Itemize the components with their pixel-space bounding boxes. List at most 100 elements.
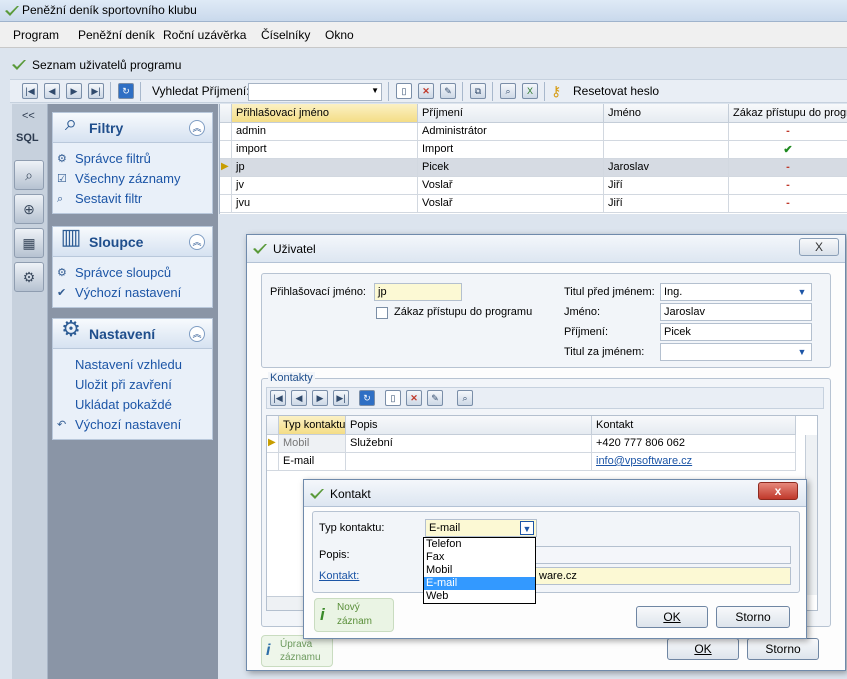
cell-contact-type[interactable]: Mobil	[279, 435, 346, 453]
zoom-filter-icon[interactable]: ⊕	[14, 194, 44, 224]
column-header-description[interactable]: Popis	[346, 416, 592, 435]
sidebar-item-build-filter[interactable]: ⌕ Sestavit filtr	[53, 189, 212, 209]
title-before-select[interactable]: Ing. ▼	[660, 283, 812, 301]
next-record-icon[interactable]: ▶	[312, 390, 328, 406]
first-record-icon[interactable]: |◀	[270, 390, 286, 406]
sidebar-item-default-columns[interactable]: ✔ Výchozí nastavení	[53, 283, 212, 303]
column-header-contact[interactable]: Kontakt	[592, 416, 796, 435]
column-header-access-ban[interactable]: Zákaz přístupu do progra	[729, 104, 847, 123]
chevron-down-icon[interactable]: ▼	[520, 521, 534, 535]
edit-record-icon[interactable]: ✎	[427, 390, 443, 406]
new-record-icon[interactable]: ▯	[396, 83, 412, 99]
column-header-name[interactable]: Jméno	[604, 104, 729, 123]
cell-access-ban[interactable]: -	[729, 195, 847, 213]
cell-surname[interactable]: Picek	[418, 159, 604, 177]
last-record-icon[interactable]: ▶|	[333, 390, 349, 406]
contact-type-select[interactable]: E-mail ▼	[425, 519, 537, 537]
refresh-icon[interactable]: ↻	[118, 83, 134, 99]
collapse-button[interactable]: <<	[22, 110, 35, 122]
ok-button[interactable]: OK	[667, 638, 739, 660]
next-record-icon[interactable]: ▶	[66, 83, 82, 99]
search-icon[interactable]: ⌕	[14, 160, 44, 190]
gear-icon[interactable]: ⚙	[14, 262, 44, 292]
access-ban-checkbox[interactable]	[376, 307, 388, 319]
refresh-icon[interactable]: ↻	[359, 390, 375, 406]
chevron-down-icon[interactable]: ▼	[795, 345, 809, 359]
columns-group-header[interactable]: ▥ Sloupce ︽	[53, 224, 212, 257]
export-excel-icon[interactable]: X	[522, 83, 538, 99]
print-preview-icon[interactable]: ⌕	[457, 390, 473, 406]
cell-name[interactable]: Jaroslav	[604, 159, 729, 177]
cancel-button[interactable]: Storno	[747, 638, 819, 660]
menu-catalogs[interactable]: Číselníky	[261, 28, 310, 42]
reset-password-button[interactable]: ⚷ Resetovat heslo	[551, 82, 686, 102]
sidebar-item-save-on-close[interactable]: Uložit při zavření	[53, 375, 212, 395]
copy-record-icon[interactable]: ⧉	[470, 83, 486, 99]
close-button[interactable]: X	[799, 238, 839, 256]
settings-group-header[interactable]: ⚙ Nastavení ︽	[53, 316, 212, 349]
column-header-contact-type[interactable]: Typ kontaktu	[279, 416, 346, 435]
collapse-chevron-icon[interactable]: ︽	[189, 120, 205, 136]
prev-record-icon[interactable]: ◀	[291, 390, 307, 406]
chevron-down-icon[interactable]: ▼	[795, 285, 809, 299]
first-name-field[interactable]: Jaroslav	[660, 303, 812, 321]
delete-record-icon[interactable]: ✕	[418, 83, 434, 99]
prev-record-icon[interactable]: ◀	[44, 83, 60, 99]
collapse-chevron-icon[interactable]: ︽	[189, 326, 205, 342]
contact-type-dropdown[interactable]: Telefon Fax Mobil E-mail Web	[423, 537, 536, 604]
cell-name[interactable]: Jiří	[604, 177, 729, 195]
cell-name[interactable]	[604, 141, 729, 159]
new-record-icon[interactable]: ▯	[385, 390, 401, 406]
sql-button[interactable]: SQL	[16, 132, 39, 144]
cell-surname[interactable]: Voslař	[418, 177, 604, 195]
login-field[interactable]: jp	[374, 283, 462, 301]
print-preview-icon[interactable]: ⌕	[500, 83, 516, 99]
menu-annual-closing[interactable]: Roční uzávěrka	[163, 28, 246, 42]
cell-surname[interactable]: Administrátor	[418, 123, 604, 141]
sidebar-item-save-always[interactable]: Ukládat pokaždé	[53, 395, 212, 415]
dropdown-option-phone[interactable]: Telefon	[424, 538, 535, 551]
cell-login[interactable]: jvu	[232, 195, 418, 213]
collapse-chevron-icon[interactable]: ︽	[189, 234, 205, 250]
cell-login[interactable]: admin	[232, 123, 418, 141]
cell-name[interactable]	[604, 123, 729, 141]
cell-contact-type[interactable]: E-mail	[279, 453, 346, 471]
sidebar-item-all-records[interactable]: ☑ Všechny záznamy	[53, 169, 212, 189]
cell-access-ban[interactable]: -	[729, 123, 847, 141]
delete-record-icon[interactable]: ✕	[406, 390, 422, 406]
dropdown-option-mobile[interactable]: Mobil	[424, 564, 535, 577]
last-name-field[interactable]: Picek	[660, 323, 812, 341]
ok-button[interactable]: OK	[636, 606, 708, 628]
cell-access-ban[interactable]: -	[729, 177, 847, 195]
edit-record-icon[interactable]: ✎	[440, 83, 456, 99]
menu-window[interactable]: Okno	[325, 28, 354, 42]
chevron-down-icon[interactable]: ▼	[371, 86, 379, 95]
cell-surname[interactable]: Import	[418, 141, 604, 159]
cell-access-ban[interactable]: -	[729, 159, 847, 177]
column-header-login[interactable]: Přihlašovací jméno	[232, 104, 418, 123]
menu-cash-journal[interactable]: Peněžní deník	[78, 28, 155, 42]
title-after-select[interactable]: ▼	[660, 343, 812, 361]
sidebar-item-filter-manager[interactable]: ⚙ Správce filtrů	[53, 149, 212, 169]
sidebar-item-column-manager[interactable]: ⚙ Správce sloupců	[53, 263, 212, 283]
sidebar-item-default-settings[interactable]: ↶ Výchozí nastavení	[53, 415, 212, 435]
last-record-icon[interactable]: ▶|	[88, 83, 104, 99]
column-header-surname[interactable]: Příjmení	[418, 104, 604, 123]
cell-login[interactable]: jv	[232, 177, 418, 195]
search-surname-input[interactable]: ▼	[248, 83, 382, 101]
filters-group-header[interactable]: ⌕ Filtry ︽	[53, 110, 212, 143]
cell-description[interactable]: Služební	[346, 435, 592, 453]
cell-surname[interactable]: Voslař	[418, 195, 604, 213]
menu-program[interactable]: Program	[13, 28, 59, 42]
cell-login[interactable]: import	[232, 141, 418, 159]
cancel-button[interactable]: Storno	[716, 606, 790, 628]
close-button[interactable]: x	[758, 482, 798, 500]
dropdown-option-fax[interactable]: Fax	[424, 551, 535, 564]
columns-grid-icon[interactable]: ▦	[14, 228, 44, 258]
cell-login[interactable]: jp	[232, 159, 418, 177]
first-record-icon[interactable]: |◀	[22, 83, 38, 99]
cell-access-ban[interactable]: ✔	[729, 141, 847, 159]
dropdown-option-email[interactable]: E-mail	[424, 577, 535, 590]
cell-description[interactable]	[346, 453, 592, 471]
dropdown-option-web[interactable]: Web	[424, 590, 535, 603]
